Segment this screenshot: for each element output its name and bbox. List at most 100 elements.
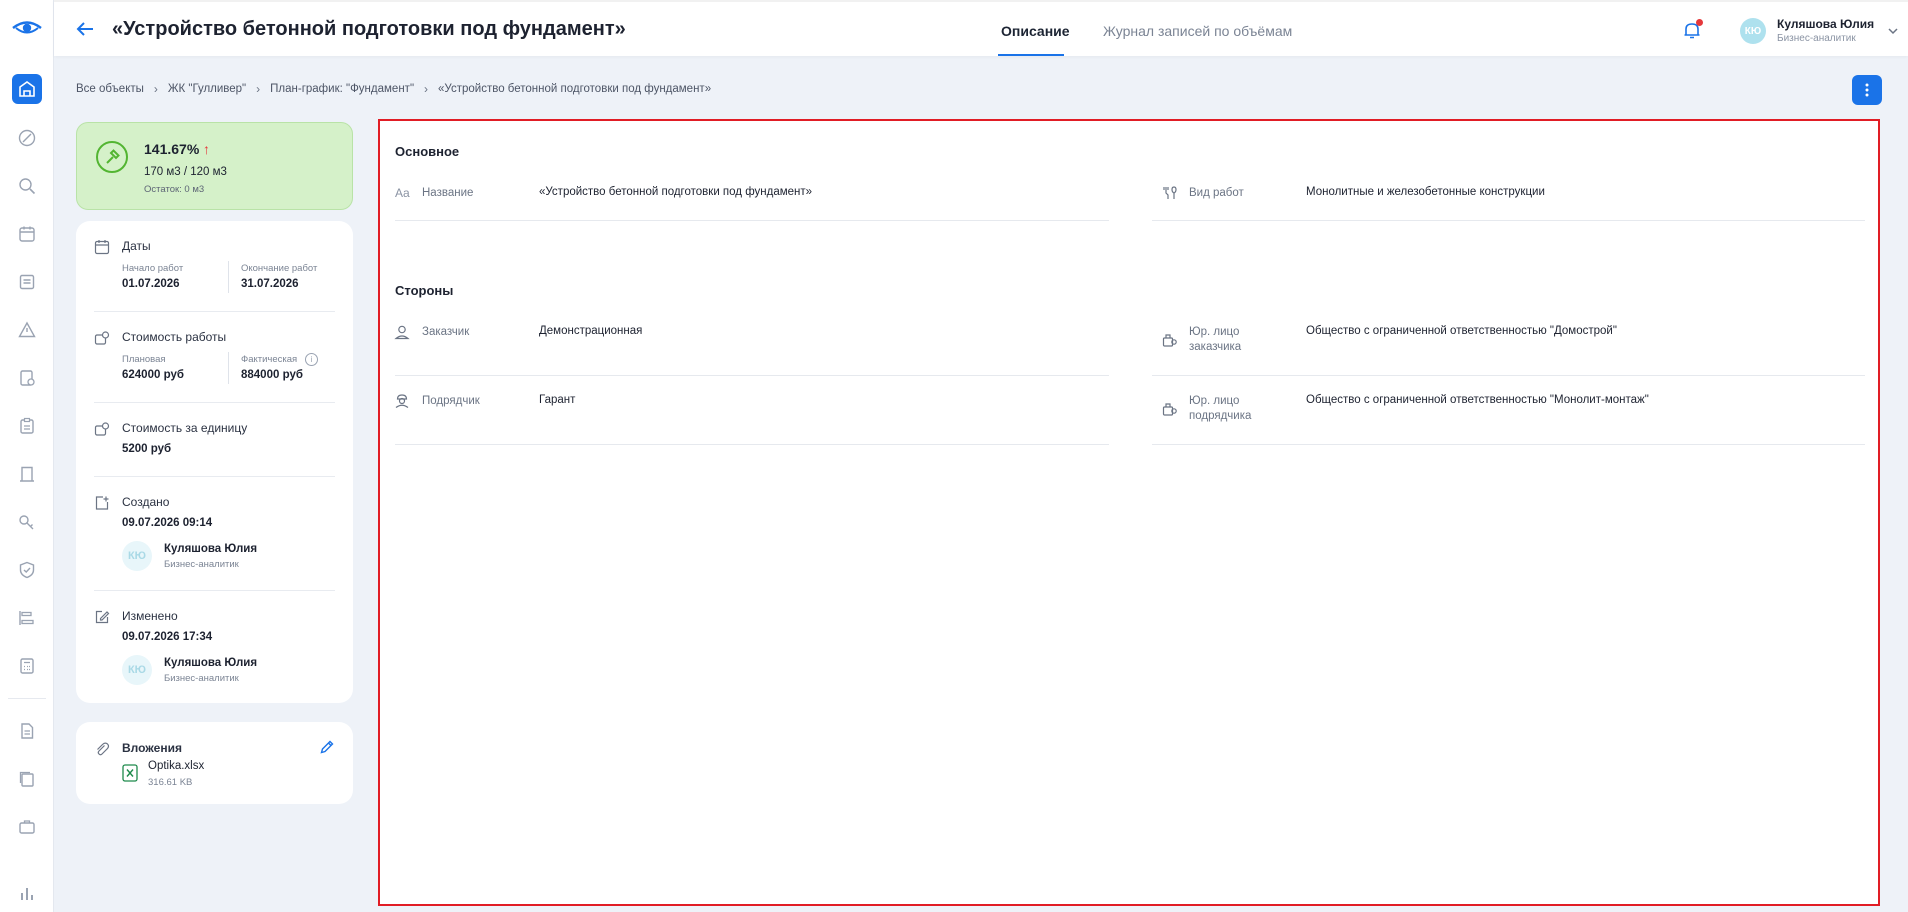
gantt-nav-icon[interactable]	[12, 603, 42, 633]
top-header: «Устройство бетонной подготовки под фунд…	[54, 0, 1908, 56]
contractor-label: Подрядчик	[422, 395, 480, 407]
text-format-icon: Aa	[395, 186, 410, 200]
modifier-avatar: КЮ	[122, 655, 152, 685]
shield-nav-icon[interactable]	[12, 555, 42, 585]
attachment-file-size: 316.61 KB	[148, 777, 193, 788]
case-nav-icon[interactable]	[12, 812, 42, 842]
breadcrumb: Все объекты › ЖК "Гулливер" › План-графи…	[76, 82, 711, 96]
row-divider	[395, 444, 1109, 445]
key-nav-icon[interactable]	[12, 507, 42, 537]
report-nav-icon[interactable]	[12, 363, 42, 393]
info-icon[interactable]: i	[305, 353, 318, 366]
user-role: Бизнес-аналитик	[1777, 33, 1856, 44]
basic-section-title: Основное	[395, 144, 460, 159]
cost-divider	[228, 352, 229, 384]
clipboard-nav-icon[interactable]	[12, 411, 42, 441]
files-nav-icon[interactable]	[12, 764, 42, 794]
section-divider	[94, 476, 335, 477]
tab-volume-journal[interactable]: Журнал записей по объёмам	[1103, 23, 1292, 39]
progress-percent: 141.67%	[144, 141, 200, 157]
door-nav-icon[interactable]	[12, 459, 42, 489]
customer-value: Демонстрационная	[539, 325, 643, 337]
warning-nav-icon[interactable]	[12, 315, 42, 345]
actual-cost-label: Фактическая	[241, 354, 298, 365]
row-divider	[1152, 220, 1865, 221]
creator-name[interactable]: Куляшова Юлия	[164, 543, 257, 555]
legal-entity-icon	[1162, 403, 1177, 416]
active-tab-indicator	[998, 54, 1064, 56]
progress-volume: 170 м3 / 120 м3	[144, 166, 227, 178]
analytics-nav-icon[interactable]	[12, 878, 42, 908]
hammer-icon	[96, 141, 128, 173]
created-title: Создано	[122, 495, 170, 509]
tab-description[interactable]: Описание	[1001, 23, 1070, 39]
breadcrumb-all-objects[interactable]: Все объекты	[76, 83, 144, 95]
modifier-role: Бизнес-аналитик	[164, 673, 239, 684]
breadcrumb-separator: ›	[153, 82, 158, 96]
search-nav-icon[interactable]	[12, 171, 42, 201]
work-type-label: Вид работ	[1189, 187, 1244, 199]
customer-legal-value: Общество с ограниченной ответственностью…	[1306, 325, 1617, 337]
eye-logo-icon[interactable]	[11, 14, 43, 42]
money-icon	[94, 331, 110, 345]
breadcrumb-project[interactable]: ЖК "Гулливер"	[168, 83, 246, 95]
created-icon	[95, 496, 109, 510]
modified-datetime: 09.07.2026 17:34	[122, 631, 213, 643]
documents-nav-icon[interactable]	[12, 267, 42, 297]
row-divider	[395, 375, 1109, 376]
worker-icon	[395, 394, 409, 408]
creator-avatar: КЮ	[122, 541, 152, 571]
section-divider	[94, 402, 335, 403]
dates-title: Даты	[122, 239, 151, 253]
customer-legal-label: Юр. лицо заказчика	[1189, 326, 1242, 353]
unit-cost-icon	[94, 422, 110, 436]
chevron-down-icon[interactable]	[1887, 26, 1899, 36]
objects-nav-icon[interactable]	[12, 74, 42, 104]
pencil-icon[interactable]	[319, 739, 335, 755]
dots-vertical-icon	[1865, 83, 1869, 97]
sidebar-divider	[8, 698, 46, 699]
modified-title: Изменено	[122, 609, 178, 623]
section-divider	[94, 311, 335, 312]
calendar-icon	[94, 240, 110, 255]
unit-cost-title: Стоимость за единицу	[122, 421, 248, 435]
row-divider	[1152, 375, 1865, 376]
excel-file-icon	[122, 764, 138, 782]
name-label: Название	[422, 187, 474, 199]
section-divider	[94, 590, 335, 591]
parties-section-title: Стороны	[395, 283, 454, 298]
more-options-button[interactable]	[1852, 75, 1882, 105]
contractor-legal-value: Общество с ограниченной ответственностью…	[1306, 394, 1649, 406]
details-card: Даты Начало работ 01.07.2026 Окончание р…	[76, 221, 353, 703]
unit-cost-value: 5200 руб	[122, 443, 172, 455]
compass-nav-icon[interactable]	[12, 123, 42, 153]
file-nav-icon[interactable]	[12, 716, 42, 746]
breadcrumb-separator: ›	[424, 82, 429, 96]
creator-role: Бизнес-аналитик	[164, 559, 239, 570]
user-avatar[interactable]: КЮ	[1740, 18, 1766, 44]
calculator-nav-icon[interactable]	[12, 651, 42, 681]
back-arrow-icon[interactable]	[74, 18, 96, 40]
calendar-nav-icon[interactable]	[12, 219, 42, 249]
attachments-card: Вложения Optika.xlsx 316.61 KB	[76, 722, 353, 804]
breadcrumb-separator: ›	[256, 82, 261, 96]
work-type-value: Монолитные и железобетонные конструкции	[1306, 186, 1545, 198]
trend-up-icon: ↑	[203, 141, 210, 157]
planned-cost-value: 624000 руб	[122, 369, 184, 381]
tools-icon	[1163, 186, 1177, 199]
created-datetime: 09.07.2026 09:14	[122, 517, 213, 529]
user-name[interactable]: Куляшова Юлия	[1777, 17, 1874, 31]
main-details-panel: Основное Aa Название «Устройство бетонно…	[378, 119, 1880, 906]
attachment-file-name[interactable]: Optika.xlsx	[148, 760, 204, 772]
customer-label: Заказчик	[422, 326, 470, 338]
modifier-name[interactable]: Куляшова Юлия	[164, 657, 257, 669]
planned-cost-label: Плановая	[122, 354, 166, 365]
paperclip-icon	[97, 742, 110, 756]
actual-cost-value: 884000 руб	[241, 369, 303, 381]
contractor-legal-label: Юр. лицо подрядчика	[1189, 395, 1252, 422]
row-divider	[1152, 444, 1865, 445]
row-divider	[395, 220, 1109, 221]
start-date-value: 01.07.2026	[122, 278, 180, 290]
progress-remainder: Остаток: 0 м3	[144, 184, 205, 195]
breadcrumb-schedule[interactable]: План-график: "Фундамент"	[270, 83, 414, 95]
